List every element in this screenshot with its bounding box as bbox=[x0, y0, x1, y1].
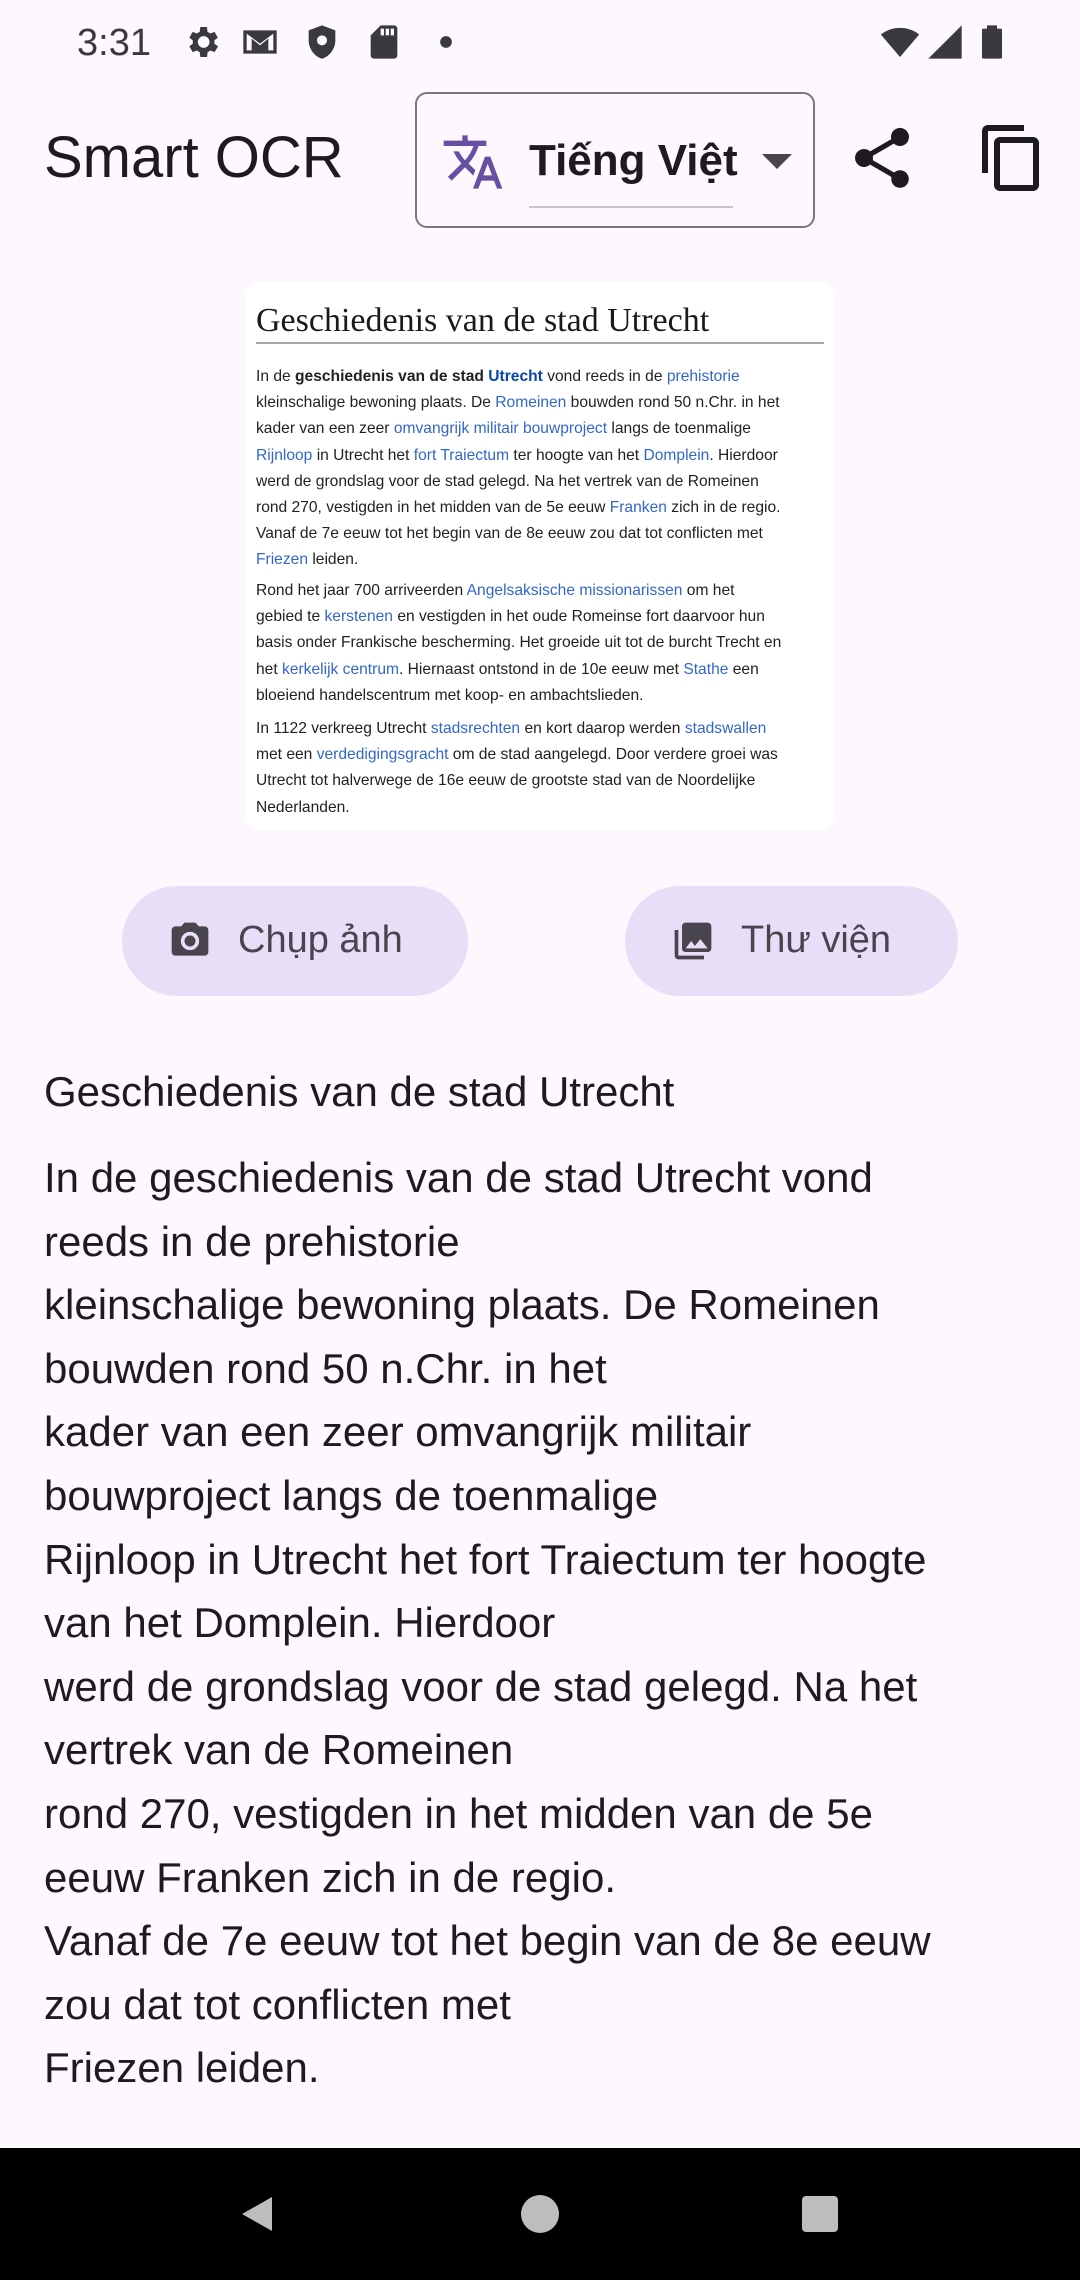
gmail-icon bbox=[240, 22, 280, 62]
sd-card-icon bbox=[364, 22, 404, 62]
home-icon[interactable] bbox=[516, 2190, 564, 2238]
preview-line: Rond het jaar 700 arriveerden Angelsaksi… bbox=[256, 582, 735, 599]
preview-paragraph-2: Rond het jaar 700 arriveerden Angelsaksi… bbox=[256, 578, 830, 709]
scanned-image-preview: Geschiedenis van de stad Utrecht In de g… bbox=[246, 282, 834, 830]
result-line: van het Domplein. Hierdoor bbox=[44, 1599, 556, 1647]
copy-button[interactable] bbox=[976, 122, 1048, 194]
preview-line: Rijnloop in Utrecht het fort Traiectum t… bbox=[256, 446, 778, 464]
preview-line: kader van een zeer omvangrijk militair b… bbox=[256, 420, 751, 438]
preview-line: gebied te kerstenen en vestigden in het … bbox=[256, 608, 765, 626]
selected-language: Tiếng Việt bbox=[529, 136, 738, 185]
preview-line: kleinschalige bewoning plaats. De Romein… bbox=[256, 394, 780, 412]
preview-line: Vanaf de 7e eeuw tot het begin van de 8e… bbox=[256, 525, 763, 543]
app-title: Smart OCR bbox=[44, 125, 344, 190]
navigation-bar bbox=[0, 2148, 1080, 2280]
preview-line: met een verdedigingsgracht om de stad aa… bbox=[256, 746, 778, 764]
camera-button-label: Chụp ảnh bbox=[238, 919, 403, 961]
result-line: zou dat tot conflicten met bbox=[44, 1980, 511, 2028]
preview-line: bloeiend handelscentrum met koop- en amb… bbox=[256, 686, 644, 704]
signal-icon bbox=[925, 22, 965, 62]
result-line: vertrek van de Romeinen bbox=[44, 1726, 514, 1774]
preview-line: Friezen leiden. bbox=[256, 551, 359, 569]
gallery-button-label: Thư viện bbox=[741, 919, 892, 961]
translate-icon bbox=[441, 130, 505, 194]
language-underline bbox=[529, 206, 733, 208]
chevron-down-icon bbox=[762, 154, 792, 169]
result-line: bouwden rond 50 n.Chr. in het bbox=[44, 1344, 607, 1392]
result-line: Rijnloop in Utrecht het fort Traiectum t… bbox=[44, 1535, 927, 1583]
shield-icon bbox=[302, 22, 342, 62]
result-line: kleinschalige bewoning plaats. De Romein… bbox=[44, 1281, 880, 1329]
language-dropdown[interactable]: Tiếng Việt bbox=[415, 92, 815, 228]
result-line: reeds in de prehistorie bbox=[44, 1217, 460, 1265]
preview-paragraph-1: In de geschiedenis van de stad Utrecht v… bbox=[256, 364, 830, 574]
preview-line: Utrecht tot halverwege de 16e eeuw de gr… bbox=[256, 772, 756, 790]
preview-line: Nederlanden. bbox=[256, 798, 350, 816]
preview-line: het kerkelijk centrum. Hiernaast ontston… bbox=[256, 660, 759, 678]
recents-icon[interactable] bbox=[796, 2190, 844, 2238]
gallery-button[interactable]: Thư viện bbox=[625, 886, 958, 996]
camera-icon bbox=[168, 919, 212, 963]
preview-line: werd de grondslag voor de stad gelegd. N… bbox=[256, 472, 759, 490]
preview-line: basis onder Frankische bescherming. Het … bbox=[256, 634, 782, 652]
preview-paragraph-3: In 1122 verkreeg Utrecht stadsrechten en… bbox=[256, 716, 830, 821]
share-button[interactable] bbox=[846, 122, 918, 194]
wifi-icon bbox=[880, 22, 920, 62]
result-line: bouwproject langs de toenmalige bbox=[44, 1471, 659, 1519]
gear-icon bbox=[182, 22, 222, 62]
share-icon bbox=[854, 127, 910, 188]
app-root: 3:31 Smart OCR Tiếng Việt Geschiedenis v… bbox=[0, 0, 1080, 2280]
result-line: Friezen leiden. bbox=[44, 2044, 320, 2092]
photo-library-icon bbox=[671, 919, 715, 963]
result-line: eeuw Franken zich in de regio. bbox=[44, 1853, 616, 1901]
result-text: In de geschiedenis van de stad Utrecht v… bbox=[44, 1146, 1044, 2100]
result-line: rond 270, vestigden in het midden van de… bbox=[44, 1789, 873, 1837]
preview-heading: Geschiedenis van de stad Utrecht bbox=[256, 302, 710, 339]
result-line: werd de grondslag voor de stad gelegd. N… bbox=[44, 1662, 918, 1710]
status-bar: 3:31 bbox=[0, 0, 1080, 84]
preview-line: rond 270, vestigden in het midden van de… bbox=[256, 499, 781, 517]
status-time: 3:31 bbox=[77, 22, 151, 64]
battery-icon bbox=[972, 22, 1012, 62]
camera-button[interactable]: Chụp ảnh bbox=[122, 886, 468, 996]
preview-divider bbox=[256, 342, 824, 344]
preview-line: In 1122 verkreeg Utrecht stadsrechten en… bbox=[256, 720, 767, 737]
result-line: Vanaf de 7e eeuw tot het begin van de 8e… bbox=[44, 1917, 931, 1965]
result-line: In de geschiedenis van de stad Utrecht v… bbox=[44, 1154, 873, 1201]
copy-icon bbox=[982, 125, 1039, 191]
result-title: Geschiedenis van de stad Utrecht bbox=[44, 1068, 675, 1115]
result-line: kader van een zeer omvangrijk militair bbox=[44, 1408, 752, 1456]
dot-icon bbox=[426, 22, 466, 62]
back-icon[interactable] bbox=[234, 2190, 282, 2238]
preview-line: In de geschiedenis van de stad Utrecht v… bbox=[256, 368, 740, 385]
